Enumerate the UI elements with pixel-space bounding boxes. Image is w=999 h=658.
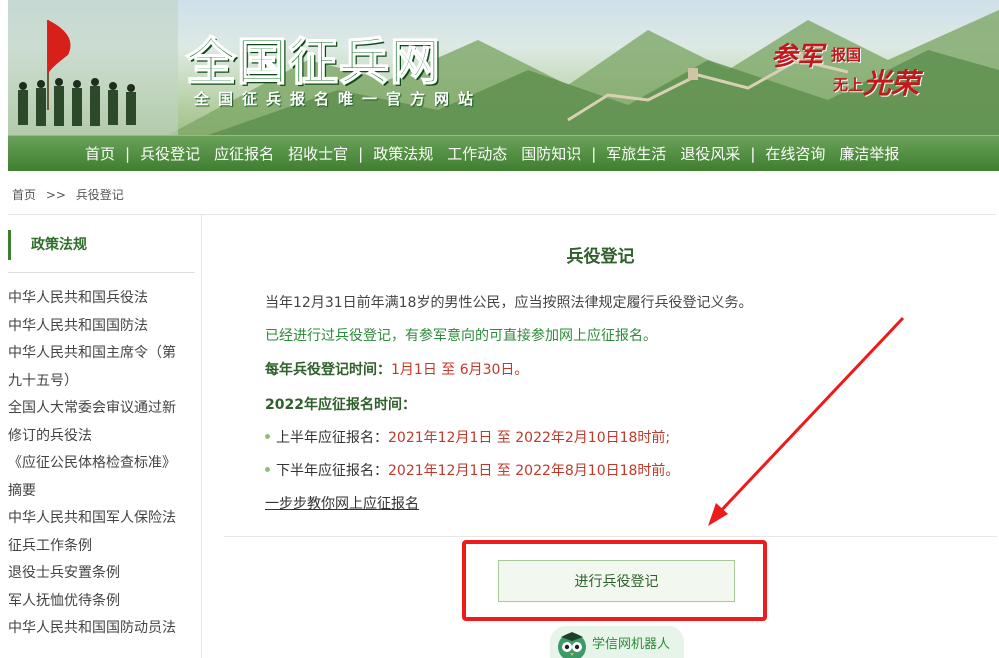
registration-period: 每年兵役登记时间：1月1日 至 6月30日。 (265, 359, 528, 379)
nav-item-report[interactable]: 廉洁举报 (832, 143, 906, 164)
breadcrumb-home[interactable]: 首页 (12, 188, 36, 202)
sidebar-link-defense-mobilization-law[interactable]: 中华人民共和国国防动员法 (8, 615, 195, 643)
nav-separator: | (750, 144, 756, 163)
second-half-value: 2021年12月1日 至 2022年8月10日18时前。 (388, 463, 680, 479)
bullet-icon (265, 433, 270, 439)
sidebar-link-presidential-order-cont[interactable]: 九十五号） (8, 368, 195, 396)
sidebar-link-military-service-law[interactable]: 中华人民共和国兵役法 (8, 285, 195, 313)
nav-item-military-life[interactable]: 军旅生活 (599, 143, 673, 164)
sidebar-list: 中华人民共和国兵役法 中华人民共和国国防法 中华人民共和国主席令（第 九十五号）… (8, 285, 195, 643)
divider (224, 536, 997, 537)
register-military-service-button[interactable]: 进行兵役登记 (498, 560, 735, 602)
registration-period-value: 1月1日 至 6月30日。 (391, 362, 529, 378)
nav-item-policy[interactable]: 政策法规 (366, 143, 440, 164)
nav-item-enlistment[interactable]: 应征报名 (207, 143, 281, 164)
sidebar-link-npc-revision-cont[interactable]: 修订的兵役法 (8, 423, 195, 451)
sidebar-link-military-pension[interactable]: 军人抚恤优待条例 (8, 588, 195, 616)
nav-item-veterans[interactable]: 退役风采 (673, 143, 747, 164)
enlistment-heading: 2022年应征报名时间： (265, 397, 416, 413)
slogan-part4: 光荣 (863, 67, 920, 100)
site-banner: 全国征兵网 全国征兵报名唯一官方网站 参军 报国 无上 光荣 (8, 0, 999, 135)
registered-notice-text: 已经进行过兵役登记，有参军意向的可直接参加网上应征报名。 (265, 328, 657, 344)
slogan-part3: 无上 (833, 76, 864, 94)
sidebar: 政策法规 中华人民共和国兵役法 中华人民共和国国防法 中华人民共和国主席令（第 … (8, 230, 195, 643)
second-half-label: 下半年应征报名： (276, 463, 388, 479)
chatbot-label: 学信网机器人 (592, 636, 671, 652)
first-half-period: 上半年应征报名：2021年12月1日 至 2022年2月10日18时前; (265, 427, 670, 447)
page-title: 兵役登记 (566, 247, 635, 267)
nav-separator: | (125, 144, 131, 163)
nav-item-nco-recruitment[interactable]: 招收士官 (281, 143, 355, 164)
sidebar-link-veteran-resettlement[interactable]: 退役士兵安置条例 (8, 560, 195, 588)
first-half-value: 2021年12月1日 至 2022年2月10日18时前; (388, 430, 671, 446)
sidebar-link-physical-exam-standard-cont[interactable]: 摘要 (8, 478, 195, 506)
second-half-period: 下半年应征报名：2021年12月1日 至 2022年8月10日18时前。 (265, 460, 679, 480)
breadcrumb-separator: >> (45, 188, 66, 202)
breadcrumb-current: 兵役登记 (75, 188, 124, 202)
nav-item-news[interactable]: 工作动态 (440, 143, 514, 164)
site-logo[interactable]: 全国征兵网 (185, 22, 441, 94)
slogan-part1: 参军 (771, 42, 824, 72)
registration-requirement-text: 当年12月31日前年满18岁的男性公民，应当按照法律规定履行兵役登记义务。 (265, 295, 753, 311)
slogan: 参军 报国 无上 光荣 (771, 36, 921, 100)
bullet-icon (265, 466, 270, 472)
sidebar-link-npc-revision[interactable]: 全国人大常委会审议通过新 (8, 395, 195, 423)
registration-period-label: 每年兵役登记时间： (265, 362, 391, 378)
sidebar-heading: 政策法规 (8, 230, 195, 260)
main-content: 兵役登记 当年12月31日前年满18岁的男性公民，应当按照法律规定履行兵役登记义… (202, 214, 999, 658)
site-subtitle: 全国征兵报名唯一官方网站 (194, 90, 483, 108)
sidebar-link-conscription-regulations[interactable]: 征兵工作条例 (8, 533, 195, 561)
sidebar-link-military-insurance-law[interactable]: 中华人民共和国军人保险法 (8, 505, 195, 533)
nav-separator: | (591, 144, 597, 163)
nav-item-home[interactable]: 首页 (78, 143, 122, 164)
nav-item-military-registration[interactable]: 兵役登记 (133, 143, 207, 164)
chatbot-button[interactable]: 学信网机器人 (550, 626, 684, 658)
nav-item-defense-knowledge[interactable]: 国防知识 (514, 143, 588, 164)
main-nav: 首页 | 兵役登记 应征报名 招收士官 | 政策法规 工作动态 国防知识 | 军… (8, 135, 999, 171)
nav-separator: | (358, 144, 364, 163)
sidebar-link-national-defense-law[interactable]: 中华人民共和国国防法 (8, 313, 195, 341)
robot-owl-icon (558, 632, 586, 658)
enlistment-guide-link[interactable]: 一步步教你网上应征报名 (265, 493, 419, 513)
first-half-label: 上半年应征报名： (276, 430, 388, 446)
sidebar-link-presidential-order[interactable]: 中华人民共和国主席令（第 (8, 340, 195, 368)
slogan-part2: 报国 (831, 46, 862, 64)
breadcrumb: 首页 >> 兵役登记 (12, 186, 130, 203)
divider (8, 272, 195, 273)
nav-item-online-consult[interactable]: 在线咨询 (758, 143, 832, 164)
sidebar-link-physical-exam-standard[interactable]: 《应征公民体格检查标准》 (8, 450, 195, 478)
